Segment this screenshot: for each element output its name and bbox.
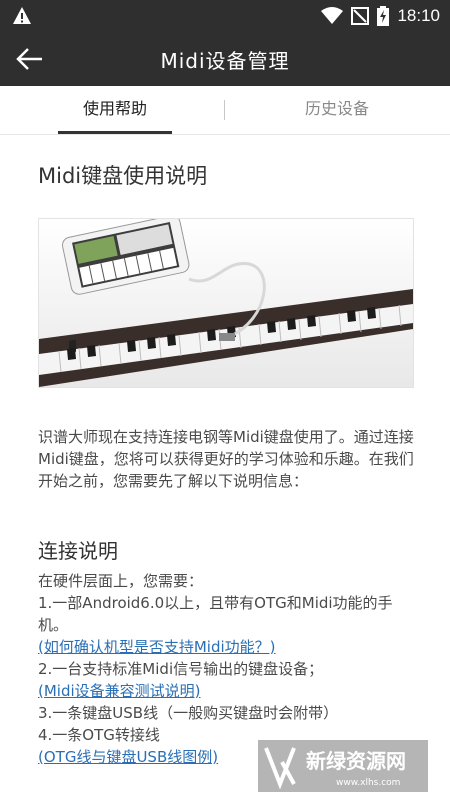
instruction-line: 1.一部Android6.0以上，且带有OTG和Midi功能的手机。: [38, 594, 393, 634]
tab-help-label: 使用帮助: [82, 99, 147, 118]
battery-charging-icon: [377, 6, 390, 26]
wifi-icon: [321, 7, 344, 24]
svg-text:新绿资源网: 新绿资源网: [306, 749, 406, 773]
tab-history[interactable]: 历史设备: [282, 86, 392, 134]
content-title: Midi键盘使用说明: [38, 164, 208, 188]
tab-history-label: 历史设备: [304, 99, 369, 118]
watermark-logo: 新绿资源网 www.xlhs.com: [258, 740, 428, 792]
midi-compat-test-link[interactable]: (Midi设备兼容测试说明): [38, 680, 418, 702]
instruction-line: 在硬件层面上，您需要：: [38, 572, 204, 590]
tab-bar: 使用帮助 历史设备: [0, 86, 450, 135]
tab-divider: [224, 100, 225, 120]
status-bar: 18:10: [0, 0, 450, 32]
instruction-line: 3.一条键盘USB线（一般购买键盘时会附带）: [38, 704, 339, 722]
tab-help[interactable]: 使用帮助: [58, 86, 172, 134]
status-icons: 18:10: [321, 5, 440, 27]
intro-paragraph: 识谱大师现在支持连接电钢等Midi键盘使用了。通过连接Midi键盘，您将可以获得…: [38, 428, 414, 490]
piano-phone-image: [39, 219, 413, 387]
midi-support-check-link[interactable]: (如何确认机型是否支持Midi功能？): [38, 636, 418, 658]
page-title: Midi设备管理: [160, 49, 290, 73]
connect-section-title: 连接说明: [38, 539, 118, 563]
tab-active-indicator: [58, 131, 172, 134]
connect-instructions: 在硬件层面上，您需要： 1.一部Android6.0以上，且带有OTG和Midi…: [38, 570, 418, 768]
status-time: 18:10: [397, 6, 440, 25]
svg-text:www.xlhs.com: www.xlhs.com: [336, 778, 400, 788]
instruction-line: 2.一台支持标准Midi信号输出的键盘设备；: [38, 660, 324, 678]
warning-icon: [13, 7, 31, 24]
keyboard-illustration: [38, 218, 414, 388]
no-signal-icon: [351, 7, 370, 25]
app-bar: Midi设备管理: [0, 32, 450, 86]
